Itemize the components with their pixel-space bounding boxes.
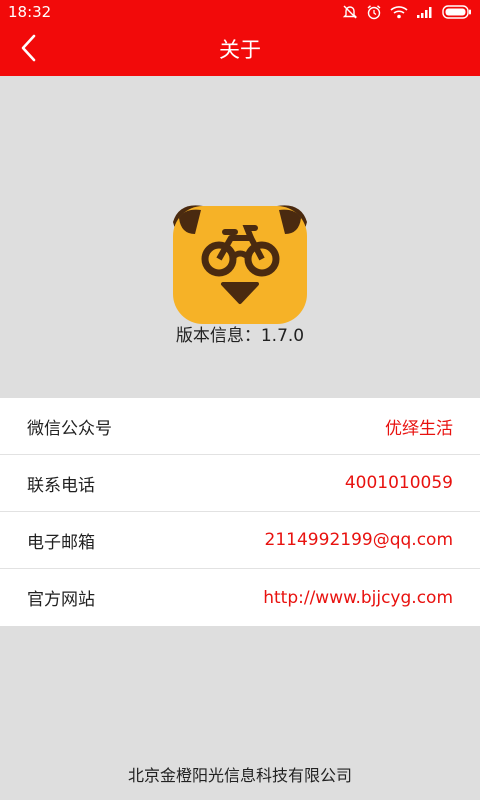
info-row-wechat[interactable]: 微信公众号 优绎生活 — [0, 398, 480, 455]
mute-icon — [342, 4, 358, 20]
alarm-icon — [366, 4, 382, 20]
battery-icon — [442, 5, 472, 19]
website-link[interactable]: http://www.bjjcyg.com — [263, 588, 453, 608]
app-bar: 关于 — [0, 24, 480, 76]
wechat-value: 优绎生活 — [385, 418, 453, 439]
version-info: 版本信息：1.7.0 — [175, 326, 305, 346]
phone-label: 联系电话 — [27, 475, 95, 496]
chevron-left-icon — [20, 34, 36, 66]
app-logo — [173, 200, 307, 324]
status-icons — [342, 3, 472, 21]
wifi-icon — [390, 5, 408, 19]
status-bar: 18:32 — [0, 0, 480, 24]
email-value[interactable]: 2114992199@qq.com — [265, 530, 453, 550]
wechat-label: 微信公众号 — [27, 418, 112, 439]
company-name: 北京金橙阳光信息科技有限公司 — [127, 766, 352, 785]
email-label: 电子邮箱 — [27, 532, 95, 553]
status-time: 18:32 — [8, 3, 52, 21]
signal-icon — [416, 5, 434, 19]
website-label: 官方网站 — [27, 590, 95, 610]
page-title: 关于 — [219, 38, 261, 62]
info-row-website[interactable]: 官方网站 http://www.bjjcyg.com — [0, 569, 480, 626]
phone-value[interactable]: 4001010059 — [345, 473, 453, 493]
info-row-phone[interactable]: 联系电话 4001010059 — [0, 455, 480, 512]
info-row-email[interactable]: 电子邮箱 2114992199@qq.com — [0, 512, 480, 569]
back-button[interactable] — [0, 24, 56, 76]
info-list: 微信公众号 优绎生活 联系电话 4001010059 电子邮箱 21149921… — [0, 398, 480, 626]
